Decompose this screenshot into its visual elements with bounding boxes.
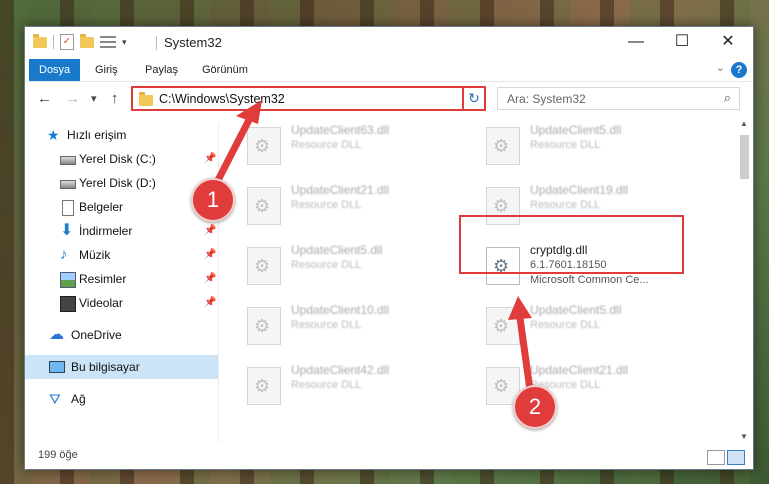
annotation-arrows: [210, 100, 534, 394]
arrow-to-address-bar: [210, 100, 262, 192]
step-badge-2: 2: [513, 385, 557, 429]
step-badge-1: 1: [191, 178, 235, 222]
arrow-to-file: [508, 296, 534, 394]
